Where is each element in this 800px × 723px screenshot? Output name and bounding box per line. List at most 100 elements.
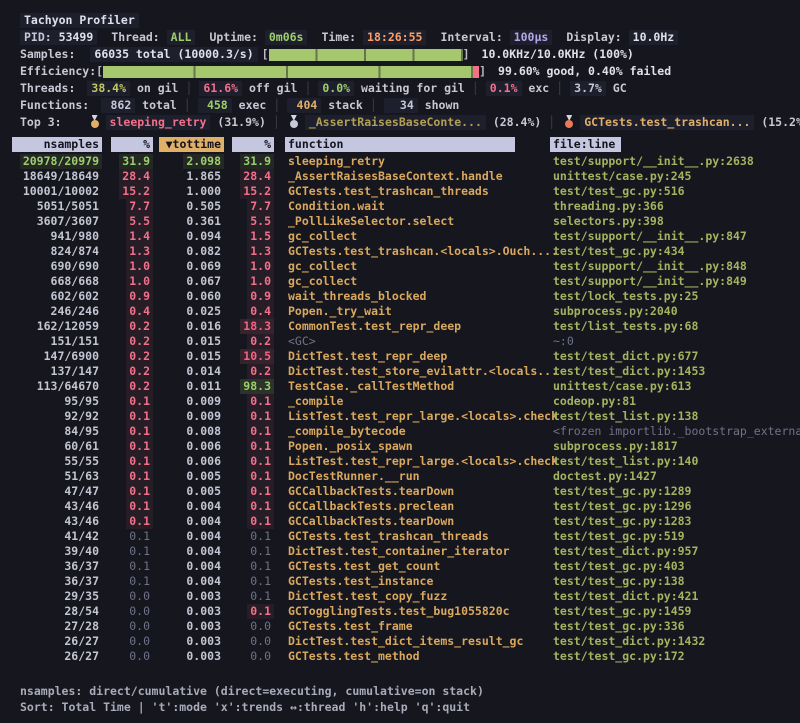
nsamples-cell: 137/147 [12, 364, 102, 379]
table-row: 43/460.10.0040.1GCCallbackTests.preclean… [0, 499, 800, 514]
cell-value: 0.1 [247, 574, 274, 589]
cell-value: 0.1 [247, 484, 274, 499]
cell-value: DictTest.test_repr_deep [285, 349, 450, 364]
thread-stat-value: 3.7% [570, 81, 606, 96]
nsamples-cell: 95/95 [12, 394, 102, 409]
cell-value: 28.4 [119, 169, 153, 184]
cell-value: 0.003 [183, 619, 224, 634]
cell-value: 15.2 [240, 184, 274, 199]
pct-cumulative-cell: 10.5 [224, 349, 274, 364]
separator: │ [548, 115, 555, 129]
top3-label: Top 3: [20, 114, 62, 131]
nsamples-cell: 941/980 [12, 229, 102, 244]
cell-value: 29/35 [61, 589, 102, 604]
cell-value: 60/61 [61, 439, 102, 454]
cell-value: 41/42 [61, 529, 102, 544]
cell-value: 31.9 [119, 154, 153, 169]
separator: │ [184, 98, 191, 112]
column-header-nsamples: nsamples [12, 136, 102, 152]
pct-cumulative-cell: 0.1 [224, 439, 274, 454]
fileline-cell: test/test_dict.py:421 [550, 589, 800, 604]
pct-cumulative-cell: 1.3 [224, 244, 274, 259]
function-cell: CommonTest.test_repr_deep [274, 319, 550, 334]
tottime-cell: 0.003 [153, 649, 224, 664]
cell-value: 0.1 [247, 439, 274, 454]
cell-value: <GC> [285, 334, 319, 349]
pct-cumulative-cell: 0.2 [224, 334, 274, 349]
nsamples-cell: 602/602 [12, 289, 102, 304]
bar-bracket-close: ] [463, 46, 470, 63]
pct-cumulative-cell: 0.1 [224, 499, 274, 514]
fileline-cell: subprocess.py:1817 [550, 439, 800, 454]
cell-value: 10.5 [240, 349, 274, 364]
top3-items: sleeping_retry (31.9%)│_AssertRaisesBase… [88, 114, 800, 131]
pct-cumulative-cell: 0.1 [224, 514, 274, 529]
cell-value: _PollLikeSelector.select [285, 214, 457, 229]
cell-value: DictTest.test_store_evilattr.<locals... [285, 364, 561, 379]
cell-value: 1.0 [247, 259, 274, 274]
cell-value: 1.000 [183, 184, 224, 199]
fileline-cell: test/support/__init__.py:847 [550, 229, 800, 244]
pct-direct-cell: 0.2 [102, 319, 153, 334]
tottime-cell: 0.094 [153, 229, 224, 244]
cell-value: 0.014 [183, 364, 224, 379]
function-cell: GCTests.test_method [274, 649, 550, 664]
tottime-cell: 0.004 [153, 514, 224, 529]
tottime-cell: 0.005 [153, 469, 224, 484]
cell-value: 27/28 [61, 619, 102, 634]
pct-cumulative-cell: 0.1 [224, 574, 274, 589]
cell-value: 18649/18649 [20, 169, 102, 184]
pct-cumulative-cell: 0.9 [224, 289, 274, 304]
function-cell: GCTests.test_trashcan_threads [274, 184, 550, 199]
function-stat-label: total [135, 98, 177, 112]
nsamples-cell: 113/64670 [12, 379, 102, 394]
table-row: 18649/1864928.41.86528.4_AssertRaisesBas… [0, 169, 800, 184]
table-body: 20978/2097931.92.09831.9sleeping_retryte… [0, 154, 800, 664]
pct-direct-cell: 0.0 [102, 589, 153, 604]
nsamples-cell: 43/46 [12, 499, 102, 514]
cell-value: test/test_gc.py:1296 [550, 499, 694, 514]
cell-value: 151/151 [48, 334, 102, 349]
cell-value: 7.7 [247, 199, 274, 214]
time-value: 18:26:55 [363, 30, 426, 45]
fileline-cell: subprocess.py:2040 [550, 304, 800, 319]
cell-value: 20978/20979 [20, 154, 102, 169]
cell-value: wait_threads_blocked [285, 289, 429, 304]
pct-cumulative-cell: 0.2 [224, 364, 274, 379]
fileline-cell: test/test_gc.py:336 [550, 619, 800, 634]
time-label: Time: [321, 29, 356, 46]
cell-value: test/test_dict.py:677 [550, 349, 701, 364]
function-cell: Condition.wait [274, 199, 550, 214]
cell-value: 5.5 [247, 214, 274, 229]
samples-rate: 10.0KHz/10.0KHz (100%) [482, 46, 634, 63]
cell-value: 0.9 [126, 289, 153, 304]
cell-value: 0.2 [126, 379, 153, 394]
nsamples-cell: 36/37 [12, 559, 102, 574]
table-row: 36/370.10.0040.1GCTests.test_get_countte… [0, 559, 800, 574]
cell-value: 1.0 [126, 274, 153, 289]
cell-value: 668/668 [48, 274, 102, 289]
nsamples-cell: 55/55 [12, 454, 102, 469]
fileline-cell: test/list_tests.py:68 [550, 319, 800, 334]
cell-value: 28/54 [61, 604, 102, 619]
table-row: 151/1510.20.0150.2<GC>~:0 [0, 334, 800, 349]
cell-value: test/test_list.py:138 [550, 409, 701, 424]
fileline-cell: test/support/__init__.py:849 [550, 274, 800, 289]
cell-value: 0.003 [183, 649, 224, 664]
function-cell: DocTestRunner.__run [274, 469, 550, 484]
terminal-screen: Tachyon Profiler PID: 53499 Thread: ALL … [0, 0, 800, 723]
cell-value: 0.1 [247, 424, 274, 439]
nsamples-cell: 26/27 [12, 649, 102, 664]
fileline-cell: test/test_dict.py:1432 [550, 634, 800, 649]
pct-direct-cell: 28.4 [102, 169, 153, 184]
cell-value: test/test_dict.py:957 [550, 544, 701, 559]
cell-value: 0.2 [126, 319, 153, 334]
cell-value: Popen._posix_spawn [285, 439, 416, 454]
nsamples-cell: 41/42 [12, 529, 102, 544]
fileline-cell: test/test_gc.py:519 [550, 529, 800, 544]
cell-value: 7.7 [126, 199, 153, 214]
pct-direct-cell: 0.0 [102, 634, 153, 649]
fileline-cell: test/test_gc.py:1459 [550, 604, 800, 619]
cell-value: 246/246 [48, 304, 102, 319]
cell-value: test/test_gc.py:138 [550, 574, 688, 589]
